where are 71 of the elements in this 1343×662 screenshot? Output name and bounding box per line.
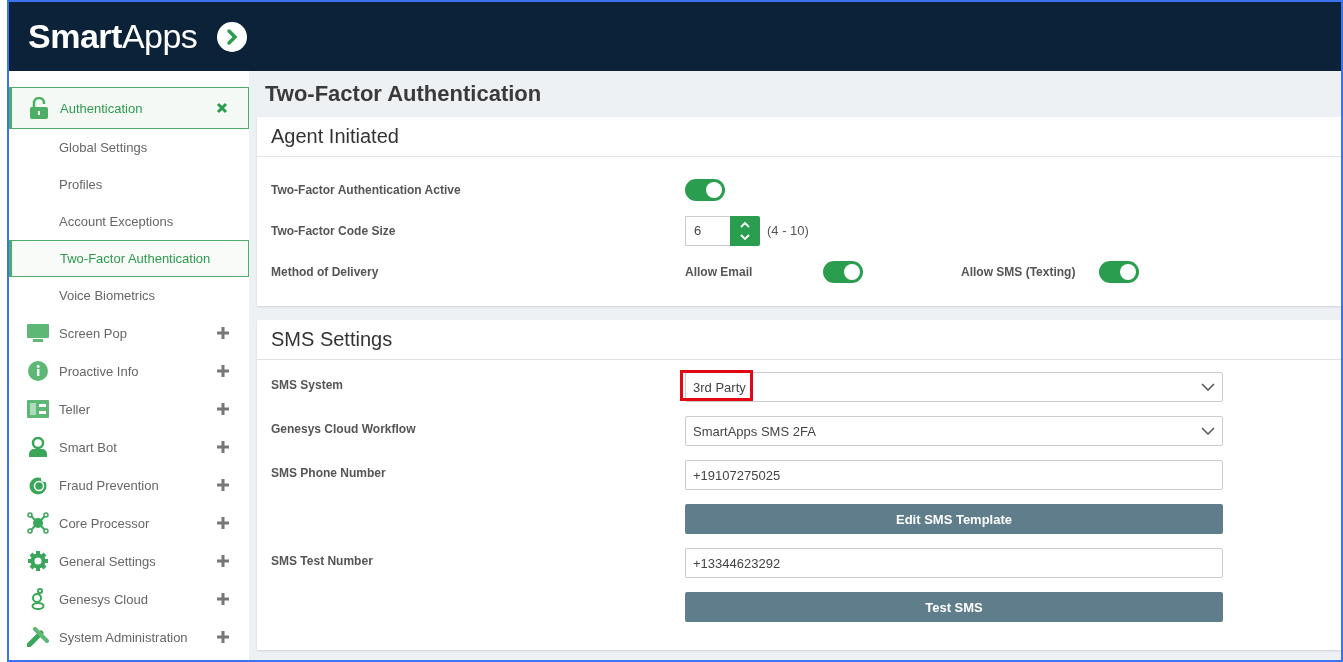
plus-icon[interactable] — [217, 365, 229, 377]
lock-icon — [28, 97, 50, 119]
select-field[interactable]: SmartApps SMS 2FA — [685, 416, 1223, 446]
field-label: Two-Factor Code Size — [271, 223, 397, 238]
chevron-down-icon — [1201, 383, 1215, 391]
app-logo: SmartApps — [28, 17, 198, 56]
card-title: SMS Settings — [257, 320, 1341, 360]
field-label: SMS System — [271, 377, 345, 392]
field-label: Method of Delivery — [271, 264, 380, 279]
sidebar-item-label: System Administration — [59, 629, 189, 645]
plus-icon[interactable] — [217, 327, 229, 339]
monitor-icon — [27, 324, 49, 342]
plus-icon[interactable] — [217, 555, 229, 567]
toggle-switch[interactable] — [823, 260, 863, 283]
sidebar-item[interactable]: System Administration — [9, 618, 249, 656]
chevron-up-down-icon — [739, 219, 751, 242]
sidebar-item[interactable]: General Settings — [9, 542, 249, 580]
sidebar-item[interactable]: Authentication — [9, 87, 249, 129]
gear-icon — [27, 551, 49, 571]
action-button[interactable]: Test SMS — [685, 592, 1223, 622]
plus-icon[interactable] — [217, 479, 229, 491]
input-field[interactable]: +19107275025 — [685, 460, 1223, 490]
sidebar-item[interactable]: Screen Pop — [9, 314, 249, 352]
sidebar-subitem[interactable]: Account Exceptions — [9, 203, 249, 240]
swirl-icon — [27, 475, 49, 495]
plus-icon[interactable] — [217, 517, 229, 529]
sidebar-item-label: Screen Pop — [59, 325, 128, 341]
spinner-button[interactable] — [730, 215, 760, 246]
option-label: Allow SMS (Texting) — [961, 264, 1077, 279]
sidebar-item-label: General Settings — [59, 553, 157, 569]
field-label: Two-Factor Authentication Active — [271, 182, 462, 197]
sidebar-item-label: Fraud Prevention — [59, 477, 160, 493]
sidebar-item[interactable]: Smart Bot — [9, 428, 249, 466]
plus-icon[interactable] — [217, 403, 229, 415]
network-icon — [27, 512, 49, 534]
sidebar-item-label: Genesys Cloud — [59, 591, 149, 607]
page-title: Two-Factor Authentication — [265, 81, 543, 107]
sidebar-item-label: Proactive Info — [59, 363, 140, 379]
sidebar-subitem[interactable]: Two-Factor Authentication — [9, 240, 249, 277]
range-hint: (4 - 10) — [767, 223, 809, 238]
field-label: Genesys Cloud Workflow — [271, 421, 417, 436]
id-card-icon — [27, 400, 49, 418]
sidebar-item[interactable]: Teller — [9, 390, 249, 428]
sidebar-subitem[interactable]: Global Settings — [9, 129, 249, 166]
close-icon[interactable] — [216, 102, 228, 114]
action-button[interactable]: Edit SMS Template — [685, 504, 1223, 534]
toggle-switch[interactable] — [1099, 260, 1139, 283]
toggle-switch[interactable] — [685, 178, 725, 201]
sidebar-item[interactable]: Proactive Info — [9, 352, 249, 390]
plus-icon[interactable] — [217, 631, 229, 643]
plus-icon[interactable] — [217, 441, 229, 453]
sidebar-subitem[interactable]: Voice Biometrics — [9, 277, 249, 314]
info-icon — [27, 361, 49, 381]
wrench-icon — [27, 627, 49, 647]
sidebar-item[interactable]: Fraud Prevention — [9, 466, 249, 504]
field-label: SMS Phone Number — [271, 465, 387, 480]
sidebar-item-label: Teller — [59, 401, 92, 417]
sidebar-item[interactable]: Core Processor — [9, 504, 249, 542]
sidebar-item-label: Smart Bot — [59, 439, 118, 455]
input-field[interactable]: +13344623292 — [685, 548, 1223, 578]
chevron-right-icon[interactable] — [217, 21, 248, 52]
sidebar-item[interactable]: Genesys Cloud — [9, 580, 249, 618]
option-label: Allow Email — [685, 264, 754, 279]
chevron-down-icon — [1201, 427, 1215, 435]
plus-icon[interactable] — [217, 593, 229, 605]
sidebar-item-label: Authentication — [60, 100, 144, 116]
field-label: SMS Test Number — [271, 553, 374, 568]
person-icon — [27, 437, 49, 457]
card-title: Agent Initiated — [257, 117, 1341, 157]
sidebar-subitem[interactable]: Profiles — [9, 166, 249, 203]
sidebar-item-label: Core Processor — [59, 515, 151, 531]
